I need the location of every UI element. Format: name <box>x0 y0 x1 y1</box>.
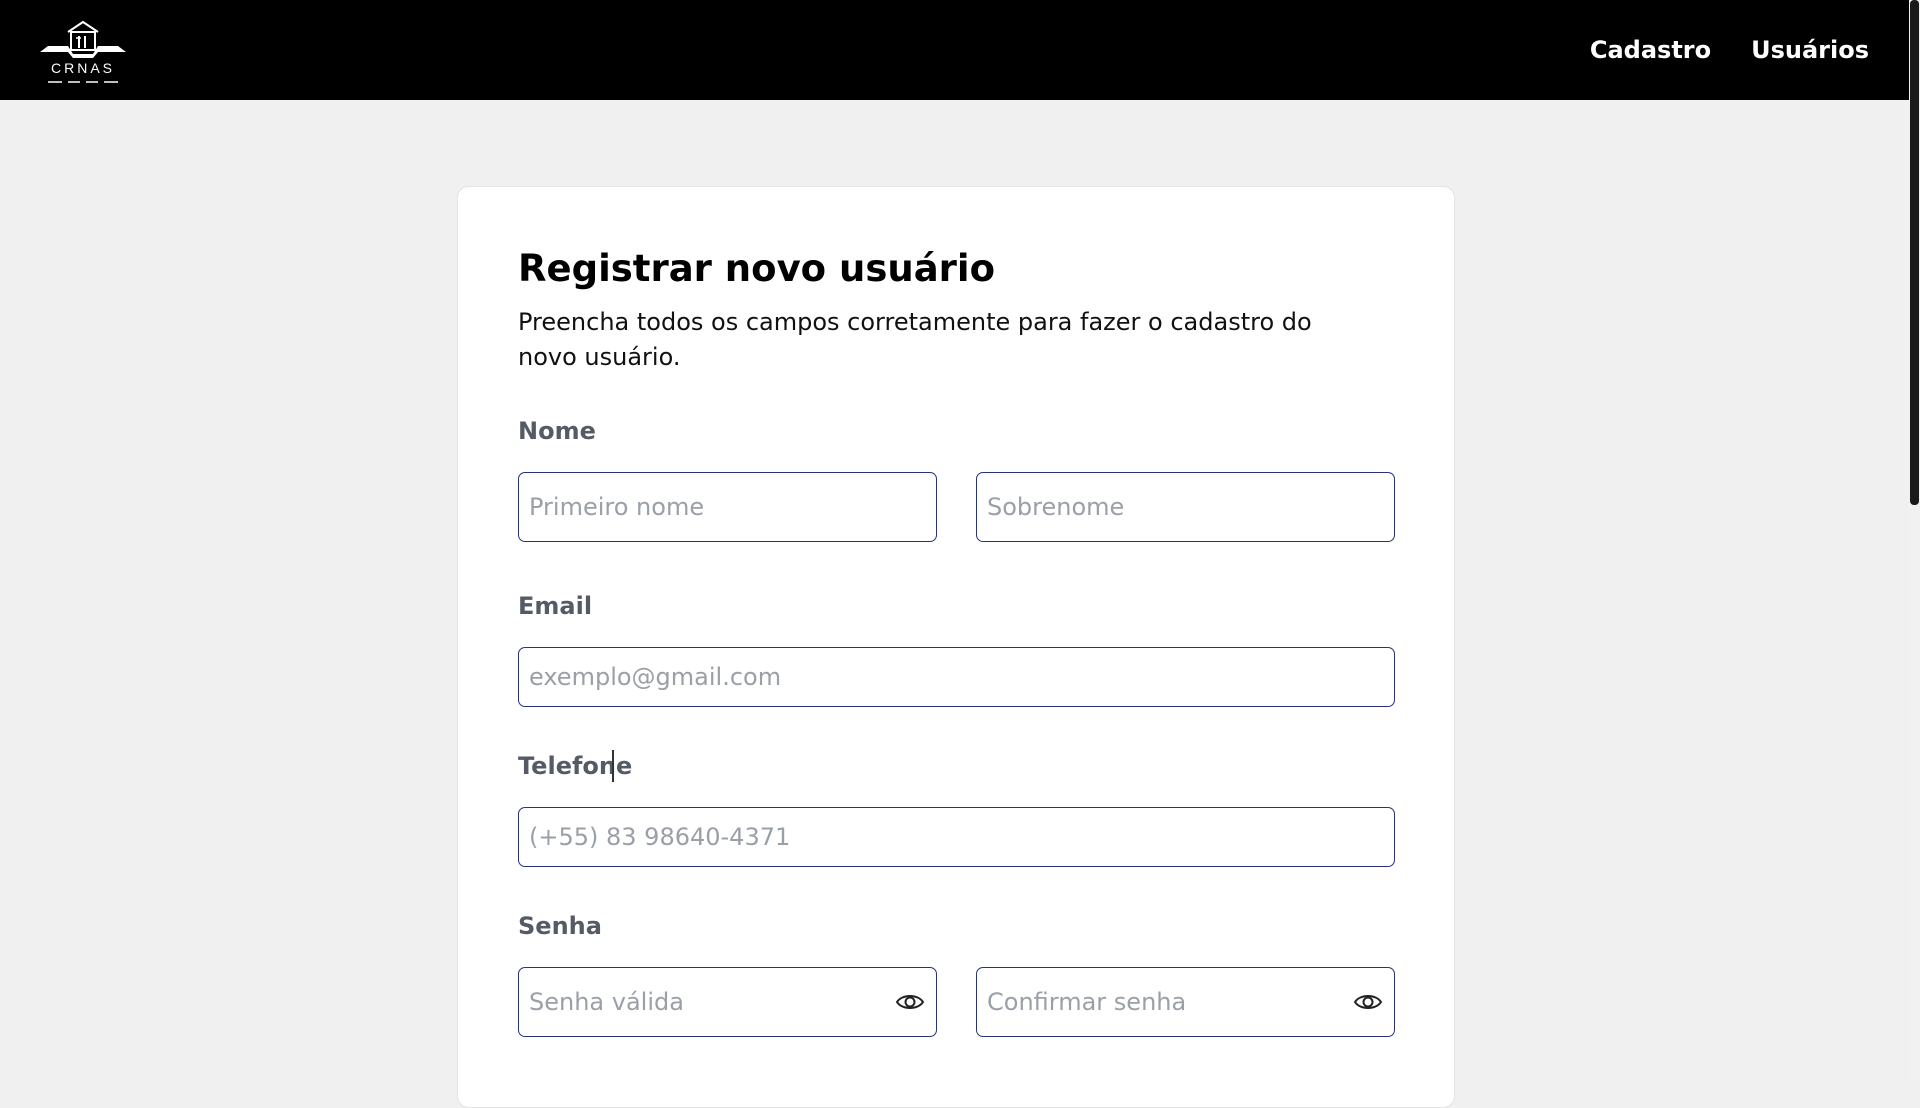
password-label: Senha <box>518 912 602 940</box>
phone-input[interactable] <box>518 807 1395 867</box>
last-name-input[interactable] <box>976 472 1395 542</box>
nav-link-cadastro[interactable]: Cadastro <box>1590 36 1711 64</box>
logo-underline <box>48 81 118 83</box>
scrollbar-thumb[interactable] <box>1910 0 1919 505</box>
register-user-card: Registrar novo usuário Preencha todos os… <box>457 186 1455 1108</box>
page-scrollbar[interactable] <box>1909 0 1920 1080</box>
form-title: Registrar novo usuário <box>518 247 996 290</box>
top-navbar: CRNAS Cadastro Usuários <box>0 0 1909 100</box>
ship-logo-icon <box>40 20 126 58</box>
eye-icon[interactable] <box>895 991 925 1013</box>
crnas-logo[interactable]: CRNAS <box>38 14 128 84</box>
password-input[interactable] <box>518 967 937 1037</box>
phone-label: Telefone <box>518 752 633 780</box>
confirm-password-input[interactable] <box>976 967 1395 1037</box>
nav-link-usuarios[interactable]: Usuários <box>1751 36 1869 64</box>
eye-icon[interactable] <box>1353 991 1383 1013</box>
first-name-input[interactable] <box>518 472 937 542</box>
logo-text: CRNAS <box>50 60 115 76</box>
nav-links: Cadastro Usuários <box>1590 0 1869 100</box>
email-label: Email <box>518 592 593 620</box>
email-input[interactable] <box>518 647 1395 707</box>
form-subtitle: Preencha todos os campos corretamente pa… <box>518 308 1312 371</box>
text-caret <box>612 750 614 782</box>
name-label: Nome <box>518 417 596 445</box>
